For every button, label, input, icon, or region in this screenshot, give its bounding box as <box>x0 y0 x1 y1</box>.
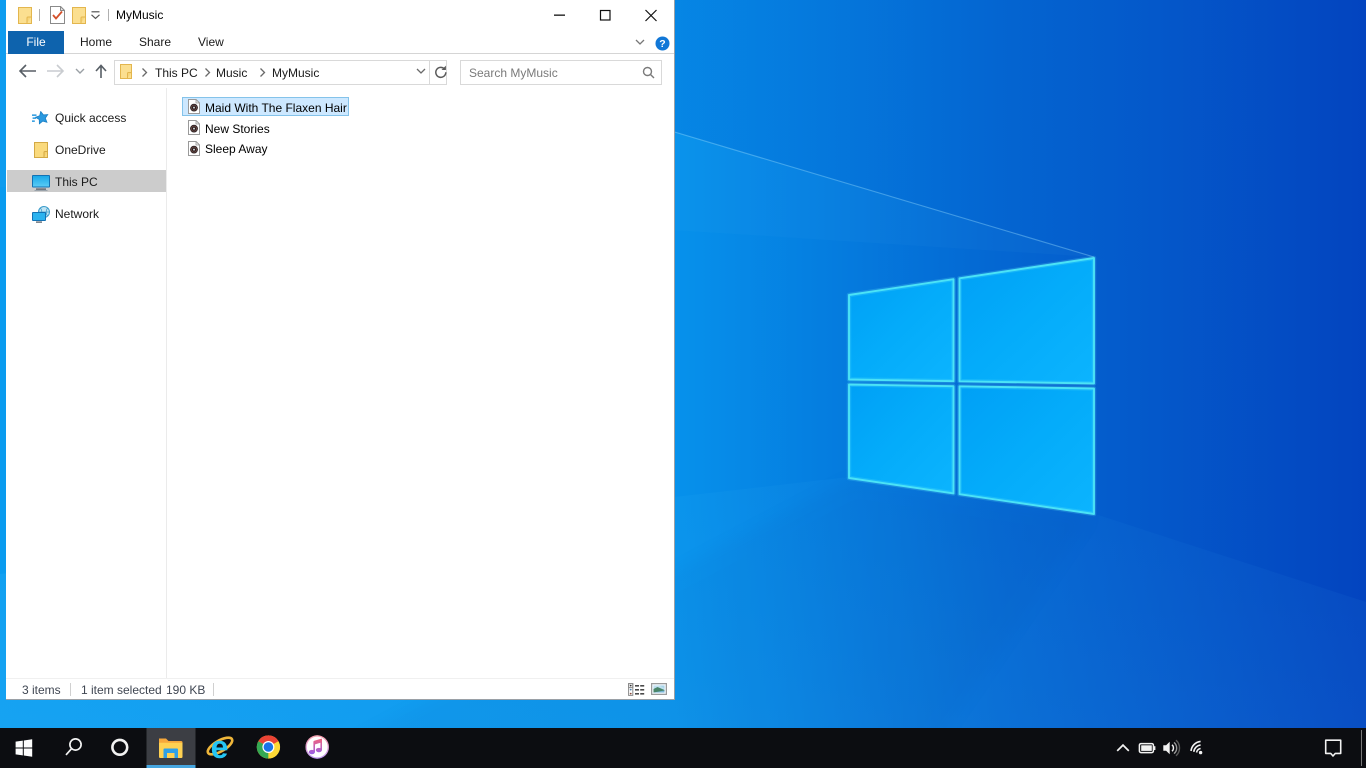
svg-text:?: ? <box>659 38 665 50</box>
svg-text:e: e <box>211 729 229 765</box>
